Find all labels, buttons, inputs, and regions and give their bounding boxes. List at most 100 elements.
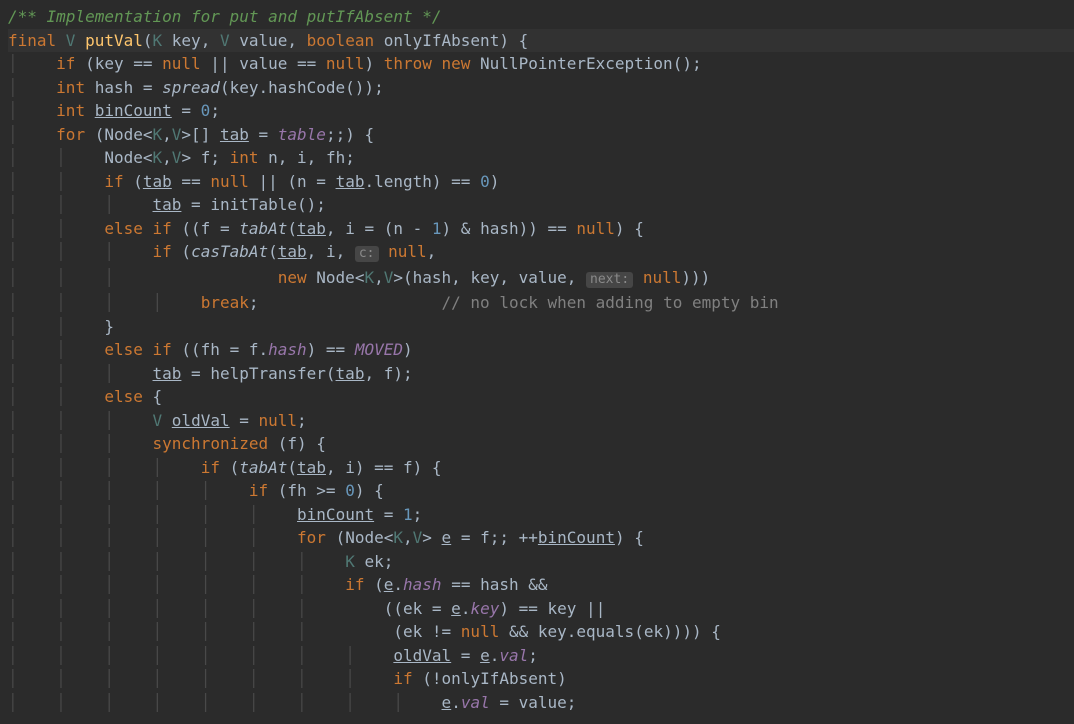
token: int (56, 78, 95, 97)
code-line[interactable]: │ │ │ │ │ if (fh >= 0) { (8, 479, 1074, 503)
code-line[interactable]: │ │ │ │ break; // no lock when adding to… (8, 291, 1074, 315)
token: V (66, 31, 76, 50)
param-hint: next: (586, 272, 633, 288)
code-line[interactable]: │ │ else if ((f = tabAt(tab, i = (n - 1)… (8, 217, 1074, 241)
token: putVal (85, 31, 143, 50)
token: tab (297, 458, 326, 477)
token: null (461, 622, 500, 641)
code-line[interactable]: │ │ │ if (casTabAt(tab, i, c: null, (8, 240, 1074, 266)
token: tab (297, 219, 326, 238)
token: new (278, 268, 317, 287)
token: spread (162, 78, 220, 97)
token: tab (336, 364, 365, 383)
code-line[interactable]: │ │ if (tab == null || (n = tab.length) … (8, 170, 1074, 194)
token: V (384, 268, 394, 287)
code-line[interactable]: │ │ │ │ │ │ │ │ │ e.val = value; (8, 691, 1074, 715)
token: break (201, 293, 249, 312)
code-line[interactable]: │ │ } (8, 315, 1074, 339)
token: oldVal (393, 646, 451, 665)
token: binCount (95, 101, 172, 120)
code-line[interactable]: /** Implementation for put and putIfAbse… (8, 5, 1074, 29)
token: boolean (307, 31, 374, 50)
code-line[interactable]: │ │ else { (8, 385, 1074, 409)
token: null (326, 54, 365, 73)
token: oldVal (172, 411, 230, 430)
token: val (461, 693, 490, 712)
token: 1 (432, 219, 442, 238)
token: if (104, 172, 133, 191)
token: binCount (538, 528, 615, 547)
token: hash (403, 575, 442, 594)
token: e (442, 693, 452, 712)
code-line[interactable]: │ │ │ │ │ │ │ K ek; (8, 550, 1074, 574)
token: K (153, 31, 163, 50)
token: if (56, 54, 85, 73)
code-line[interactable]: │ │ │ │ │ │ │ │ oldVal = e.val; (8, 644, 1074, 668)
token: e (442, 528, 452, 547)
token: else if (104, 219, 181, 238)
code-editor[interactable]: /** Implementation for put and putIfAbse… (0, 0, 1074, 714)
token: if (249, 481, 278, 500)
token: tab (336, 172, 365, 191)
token: synchronized (153, 434, 278, 453)
token: V (220, 31, 230, 50)
token: if (153, 242, 182, 261)
code-line[interactable]: │ │ │ │ if (tabAt(tab, i) == f) { (8, 456, 1074, 480)
token: binCount (297, 505, 374, 524)
code-line[interactable]: │ │ │ │ │ │ │ │ if (!onlyIfAbsent) (8, 667, 1074, 691)
token: else (104, 387, 152, 406)
token: if (393, 669, 422, 688)
code-line[interactable]: │ │ │ │ │ │ │ (ek != null && key.equals(… (8, 620, 1074, 644)
token: null (576, 219, 615, 238)
token: int (230, 148, 269, 167)
token: e (384, 575, 394, 594)
code-line[interactable]: │ │ │ new Node<K,V>(hash, key, value, ne… (8, 266, 1074, 292)
token: tabAt (239, 458, 287, 477)
token: tab (143, 172, 172, 191)
code-line[interactable]: │ │ else if ((fh = f.hash) == MOVED) (8, 338, 1074, 362)
token: final (8, 31, 66, 50)
code-line[interactable]: │ │ │ │ │ │ binCount = 1; (8, 503, 1074, 527)
token: table (278, 125, 326, 144)
token: V (153, 411, 163, 430)
token: hash (268, 340, 307, 359)
token: null (388, 242, 427, 261)
token: tabAt (239, 219, 287, 238)
token: V (413, 528, 423, 547)
token: MOVED (355, 340, 403, 359)
token: null (162, 54, 201, 73)
token: K (393, 528, 403, 547)
token: key (470, 599, 499, 618)
token: V (172, 148, 182, 167)
token: tab (278, 242, 307, 261)
token: K (153, 125, 163, 144)
code-line[interactable]: final V putVal(K key, V value, boolean o… (8, 29, 1074, 53)
code-line[interactable]: │ │ │ synchronized (f) { (8, 432, 1074, 456)
token: 0 (201, 101, 211, 120)
token: null (259, 411, 298, 430)
code-line[interactable]: │ int binCount = 0; (8, 99, 1074, 123)
token: throw new (384, 54, 480, 73)
token: e (480, 646, 490, 665)
code-line[interactable]: │ │ │ tab = initTable(); (8, 193, 1074, 217)
code-line[interactable]: │ for (Node<K,V>[] tab = table;;) { (8, 123, 1074, 147)
token: 0 (345, 481, 355, 500)
token: for (297, 528, 336, 547)
code-line[interactable]: │ │ │ tab = helpTransfer(tab, f); (8, 362, 1074, 386)
token: int (56, 101, 95, 120)
token: // no lock when adding to empty bin (442, 293, 779, 312)
code-line[interactable]: │ │ │ │ │ │ │ ((ek = e.key) == key || (8, 597, 1074, 621)
code-line[interactable]: │ │ │ │ │ │ for (Node<K,V> e = f;; ++bin… (8, 526, 1074, 550)
code-line[interactable]: │ if (key == null || value == null) thro… (8, 52, 1074, 76)
code-line[interactable]: │ │ │ │ │ │ │ if (e.hash == hash && (8, 573, 1074, 597)
code-line[interactable]: │ │ Node<K,V> f; int n, i, fh; (8, 146, 1074, 170)
token: 1 (403, 505, 413, 524)
code-line[interactable]: │ │ │ V oldVal = null; (8, 409, 1074, 433)
token: if (201, 458, 230, 477)
code-line[interactable]: │ int hash = spread(key.hashCode()); (8, 76, 1074, 100)
token: K (345, 552, 355, 571)
token: val (499, 646, 528, 665)
token: e (451, 599, 461, 618)
token: null (210, 172, 249, 191)
token: V (172, 125, 182, 144)
